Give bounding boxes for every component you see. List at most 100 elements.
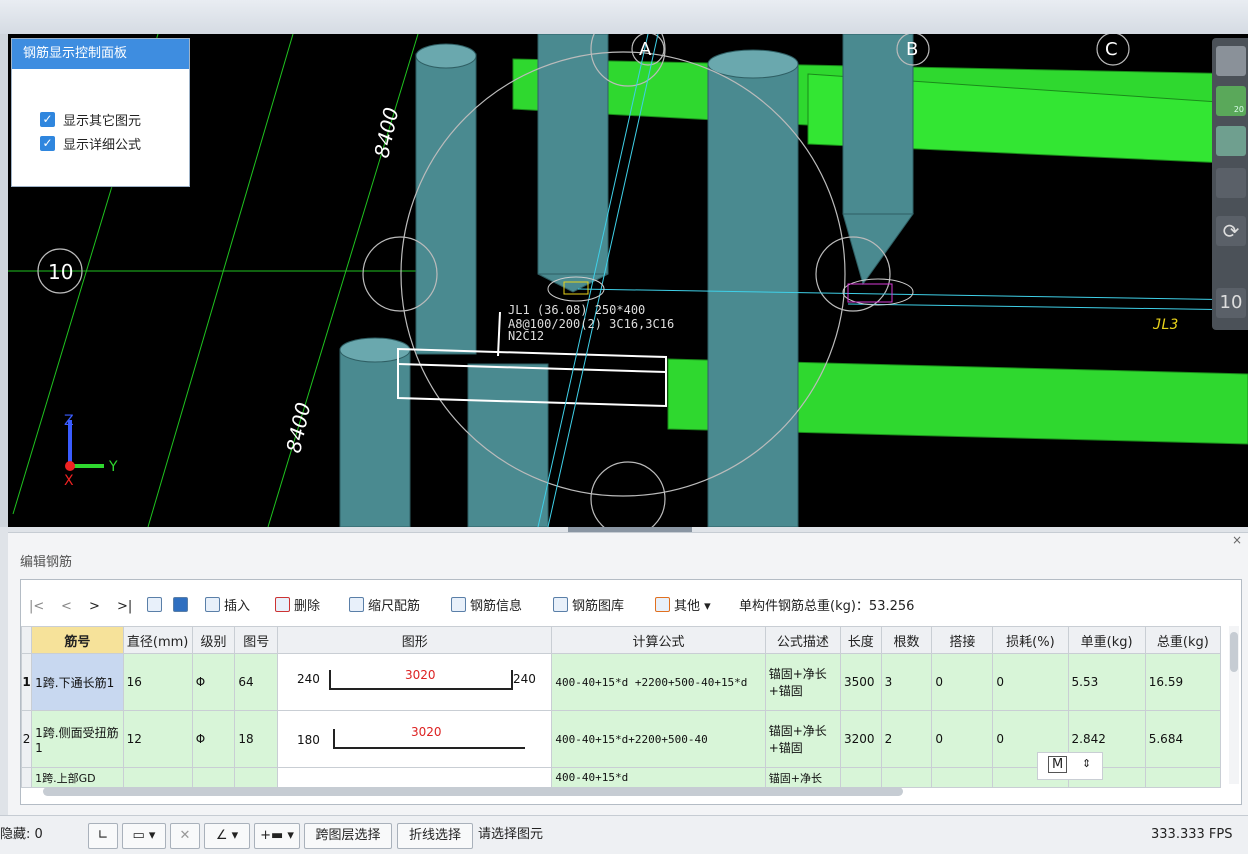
cell-count[interactable]: 2 (880, 710, 933, 768)
vertical-scrollbar[interactable] (1229, 626, 1239, 784)
cross-select-icon[interactable]: ✕ (170, 823, 200, 849)
last-record-button[interactable]: >| (117, 594, 132, 620)
close-icon[interactable]: × (1232, 533, 1242, 547)
cell-length[interactable]: 3200 (839, 710, 882, 768)
horizontal-scrollbar[interactable] (43, 787, 903, 796)
col-header[interactable]: 根数 (880, 626, 933, 654)
checkbox-checked-icon[interactable]: ✓ (40, 111, 55, 127)
col-header[interactable]: 直径(mm) (122, 626, 193, 654)
cell-name[interactable]: 1跨.下通长筋1 (31, 653, 124, 711)
3d-viewport[interactable]: JL1 (36.08) 250*400 A8@100/200(2) 3C16,3… (8, 34, 1248, 527)
scrollbar-thumb[interactable] (1230, 632, 1238, 672)
cell-name[interactable]: 1跨.侧面受扭筋1 (31, 710, 124, 768)
cell-diameter[interactable]: 16 (122, 653, 193, 711)
col-header[interactable]: 搭接 (931, 626, 994, 654)
select-rect-icon[interactable]: ▭ ▾ (122, 823, 166, 849)
other-dropdown[interactable]: 其他 ▾ (655, 594, 711, 620)
option-label: 显示详细公式 (63, 137, 142, 153)
insert-button[interactable]: 插入 (205, 594, 250, 620)
hidden-count: 隐藏: 0 (0, 827, 43, 842)
cell-shape[interactable]: 180 3020 (277, 710, 553, 768)
rebar-library-button[interactable]: 钢筋图库 (553, 594, 624, 620)
delete-button[interactable]: 删除 (275, 594, 320, 620)
cell-diameter[interactable] (122, 767, 193, 788)
fps-readout: 333.333 FPS (1151, 827, 1233, 842)
layer-count-button[interactable]: 10 (1216, 288, 1246, 318)
table-row[interactable]: 1 1跨.下通长筋1 16 Φ 64 240 3020 240 400-40+1… (20, 653, 1222, 711)
cell-lap[interactable] (931, 767, 994, 788)
col-header[interactable]: 公式描述 (764, 626, 841, 654)
cell-formula[interactable]: 400-40+15*d+2200+500-40 (551, 710, 766, 768)
row-number (20, 767, 33, 788)
next-record-button[interactable]: > (89, 594, 100, 620)
cell-formula-desc[interactable]: 锚固+净长+锚固 (764, 653, 841, 711)
cell-length[interactable]: 3500 (839, 653, 882, 711)
m-label: M (1048, 756, 1068, 773)
cell-diameter[interactable]: 12 (122, 710, 193, 768)
updown-icon[interactable]: ⇕ (1082, 757, 1091, 770)
cell-figure-no[interactable] (234, 767, 279, 788)
col-header[interactable]: 总重(kg) (1144, 626, 1222, 654)
cube-view-icon[interactable] (1216, 168, 1246, 198)
cell-figure-no[interactable]: 18 (234, 710, 279, 768)
rebar-info-button[interactable]: 钢筋信息 (451, 594, 522, 620)
library-icon (553, 597, 568, 612)
prev-record-button[interactable]: < (61, 594, 72, 620)
cell-shape[interactable] (277, 767, 553, 788)
move-up-icon[interactable] (147, 594, 166, 620)
ortho-icon[interactable]: ∟ (88, 823, 118, 849)
move-down-icon[interactable] (173, 594, 192, 620)
cell-figure-no[interactable]: 64 (234, 653, 279, 711)
checkbox-checked-icon[interactable]: ✓ (40, 135, 55, 151)
cell-count[interactable]: 3 (880, 653, 933, 711)
cell-count[interactable] (880, 767, 933, 788)
show-other-elements-option[interactable]: ✓ 显示其它图元 (40, 107, 189, 131)
other-label: 其他 (674, 599, 701, 614)
col-header[interactable]: 单重(kg) (1067, 626, 1146, 654)
input-mode-box[interactable]: M ⇕ (1037, 752, 1103, 780)
cross-layer-select-button[interactable]: 跨图层选择 (304, 823, 392, 849)
scale-rebar-button[interactable]: 缩尺配筋 (349, 594, 420, 620)
show-detail-formula-option[interactable]: ✓ 显示详细公式 (40, 131, 189, 155)
cell-total-weight[interactable]: 5.684 (1144, 710, 1222, 768)
3d-box-icon[interactable] (1216, 126, 1246, 156)
polyline-select-button[interactable]: 折线选择 (397, 823, 473, 849)
cell-formula-desc[interactable]: 锚固+净长+锚固 (764, 710, 841, 768)
grid-label-10: 10 (48, 260, 73, 284)
col-header[interactable]: 级别 (191, 626, 236, 654)
col-header[interactable]: 筋号 (31, 626, 124, 654)
cell-unit-weight[interactable]: 5.53 (1067, 653, 1146, 711)
col-header[interactable]: 损耗(%) (992, 626, 1069, 654)
snap-icon[interactable]: +▬ ▾ (254, 823, 300, 849)
cell-shape[interactable]: 240 3020 240 (277, 653, 553, 711)
delete-label: 删除 (294, 599, 321, 614)
cell-lap[interactable]: 0 (931, 710, 994, 768)
cell-grade[interactable]: Φ (191, 710, 236, 768)
cell-formula[interactable]: 400-40+15*d (551, 767, 766, 788)
angle-icon[interactable]: ∠ ▾ (204, 823, 250, 849)
cell-loss[interactable]: 0 (992, 653, 1069, 711)
col-header[interactable]: 图号 (234, 626, 279, 654)
axis-y: Y (108, 459, 118, 475)
cell-total-weight[interactable] (1144, 767, 1222, 788)
col-header[interactable]: 图形 (277, 626, 553, 654)
2d-view-icon[interactable]: 20 (1216, 86, 1246, 116)
axis-label-b: B (906, 39, 918, 60)
option-label: 显示其它图元 (63, 113, 142, 129)
cell-lap[interactable]: 0 (931, 653, 994, 711)
row-number: 1 (20, 653, 33, 711)
cell-total-weight[interactable]: 16.59 (1144, 653, 1222, 711)
rotate-icon[interactable]: ⟳ (1216, 216, 1246, 246)
cell-formula[interactable]: 400-40+15*d +2200+500-40+15*d (551, 653, 766, 711)
cell-formula-desc[interactable]: 锚固+净长 (764, 767, 841, 788)
first-record-button[interactable]: |< (29, 594, 44, 620)
cell-grade[interactable]: Φ (191, 653, 236, 711)
col-header[interactable]: 计算公式 (551, 626, 766, 654)
sphere-view-icon[interactable] (1216, 46, 1246, 76)
cell-grade[interactable] (191, 767, 236, 788)
insert-label: 插入 (224, 599, 251, 614)
insert-icon (205, 597, 220, 612)
cell-length[interactable] (839, 767, 882, 788)
col-header[interactable]: 长度 (839, 626, 882, 654)
cell-name[interactable]: 1跨.上部GD (31, 767, 124, 788)
